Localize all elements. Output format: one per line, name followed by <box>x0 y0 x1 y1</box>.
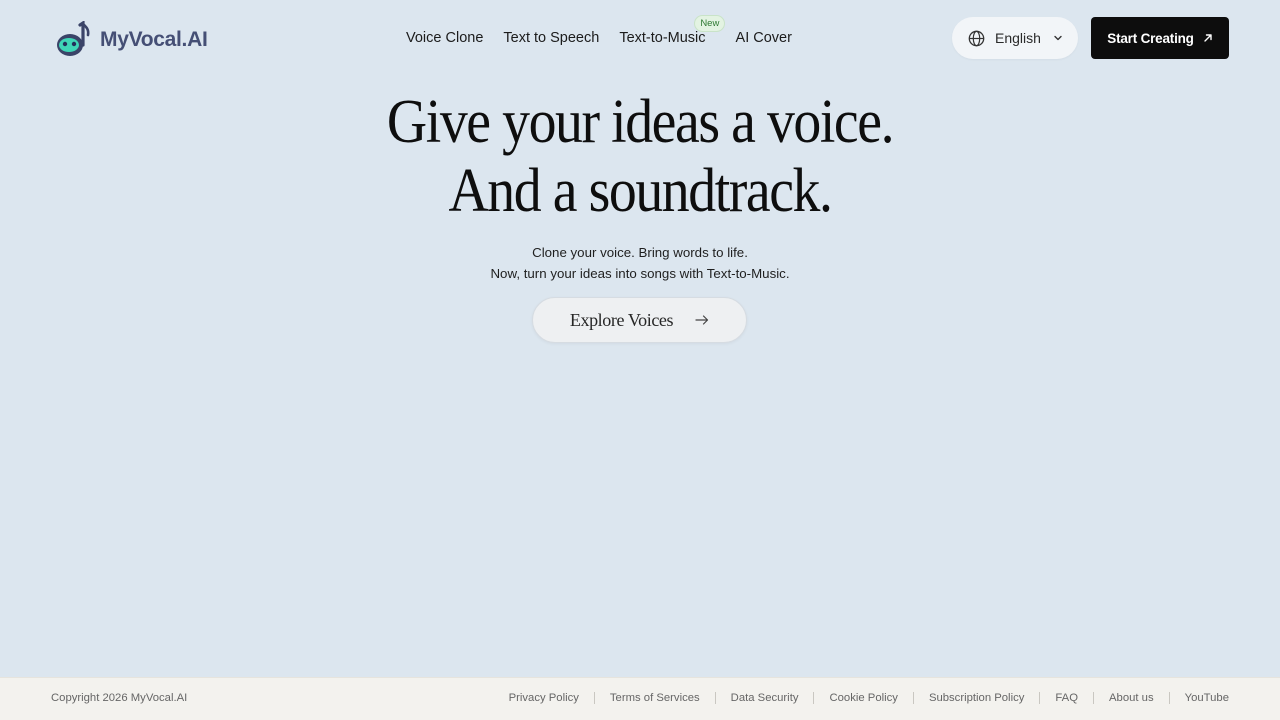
footer-divider <box>1093 692 1094 704</box>
start-creating-button[interactable]: Start Creating <box>1091 17 1229 59</box>
nav-ai-cover[interactable]: AI Cover <box>726 30 802 46</box>
footer-link-faq[interactable]: FAQ <box>1055 692 1078 704</box>
main-nav: Voice Clone Text to Speech Text-to-Music… <box>396 15 802 50</box>
nav-text-to-speech[interactable]: Text to Speech <box>493 30 609 46</box>
globe-icon <box>968 30 985 47</box>
footer-link-about-us[interactable]: About us <box>1109 692 1154 704</box>
footer-link-youtube[interactable]: YouTube <box>1185 692 1229 704</box>
hero-headline: Give your ideas a voice. And a soundtrac… <box>64 88 1216 226</box>
site-footer: Copyright 2026 MyVocal.AI Privacy Policy… <box>0 677 1280 720</box>
footer-divider <box>1039 692 1041 704</box>
footer-divider <box>912 692 914 704</box>
footer-divider <box>593 692 595 704</box>
hero-subtitle: Clone your voice. Bring words to life. N… <box>0 242 1280 284</box>
site-header: MyVocal.AI Voice Clone Text to Speech Te… <box>0 0 1280 78</box>
hero-section: Give your ideas a voice. And a soundtrac… <box>0 88 1280 284</box>
language-selector[interactable]: English <box>952 17 1078 59</box>
arrow-right-icon <box>695 315 709 325</box>
footer-link-subscription-policy[interactable]: Subscription Policy <box>929 692 1024 704</box>
footer-links: Privacy Policy Terms of Services Data Se… <box>509 692 1229 704</box>
nav-text-to-music[interactable]: Text-to-Music New <box>609 15 726 46</box>
subtitle-line-1: Clone your voice. Bring words to life. <box>532 245 748 260</box>
explore-voices-label: Explore Voices <box>569 309 674 330</box>
logo[interactable]: MyVocal.AI <box>56 20 208 59</box>
headline-line-2: And a soundtrack. <box>448 157 833 225</box>
language-label: English <box>995 30 1041 46</box>
headline-line-1: Give your ideas a voice. <box>386 88 895 156</box>
copyright-text: Copyright 2026 MyVocal.AI <box>51 692 188 704</box>
logo-text: MyVocal.AI <box>100 28 208 51</box>
footer-link-terms-of-services[interactable]: Terms of Services <box>610 692 700 704</box>
logo-music-note-icon <box>56 20 92 59</box>
footer-divider <box>813 692 815 704</box>
new-badge: New <box>694 15 726 32</box>
start-creating-label: Start Creating <box>1107 30 1194 46</box>
explore-voices-button[interactable]: Explore Voices <box>532 297 747 343</box>
chevron-down-icon <box>1053 33 1063 43</box>
footer-link-data-security[interactable]: Data Security <box>731 692 799 704</box>
arrow-up-right-icon <box>1203 33 1213 43</box>
footer-link-privacy-policy[interactable]: Privacy Policy <box>509 692 579 704</box>
footer-divider <box>1168 692 1170 704</box>
nav-text-to-music-label: Text-to-Music <box>619 30 706 46</box>
nav-voice-clone[interactable]: Voice Clone <box>396 30 493 46</box>
footer-divider <box>714 692 716 704</box>
footer-link-cookie-policy[interactable]: Cookie Policy <box>829 692 897 704</box>
subtitle-line-2: Now, turn your ideas into songs with Tex… <box>490 266 790 281</box>
